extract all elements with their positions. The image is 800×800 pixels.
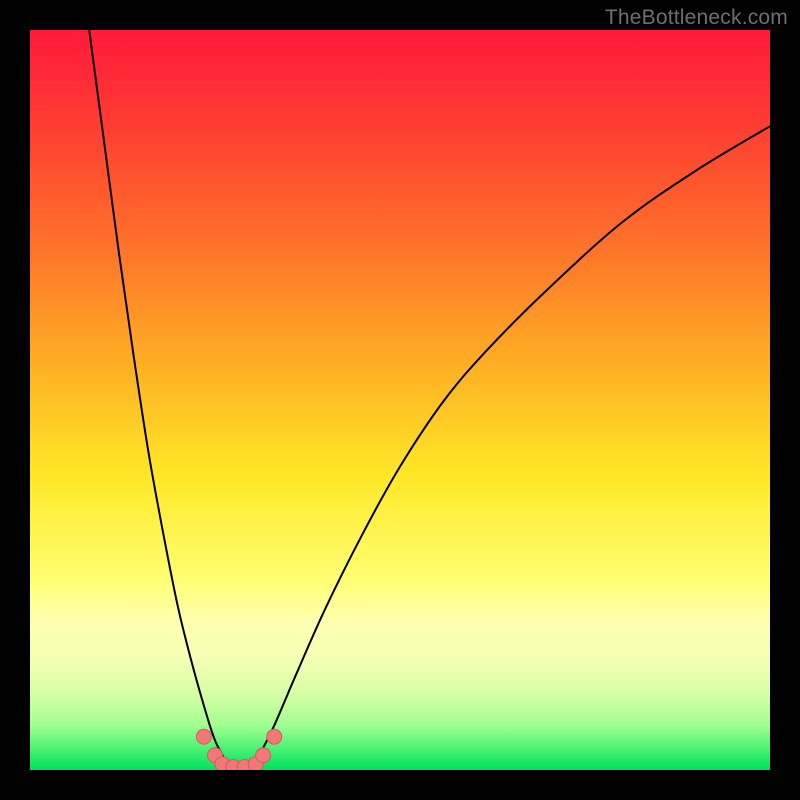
watermark-text: TheBottleneck.com: [605, 6, 788, 30]
chart-frame: TheBottleneck.com: [0, 0, 800, 800]
data-marker: [196, 729, 211, 744]
marker-cluster: [196, 729, 281, 770]
curve-left-branch: [89, 30, 230, 770]
curve-right-branch: [252, 126, 770, 770]
data-marker: [256, 748, 271, 763]
data-marker: [267, 729, 282, 744]
plot-area: [30, 30, 770, 770]
chart-curves: [30, 30, 770, 770]
